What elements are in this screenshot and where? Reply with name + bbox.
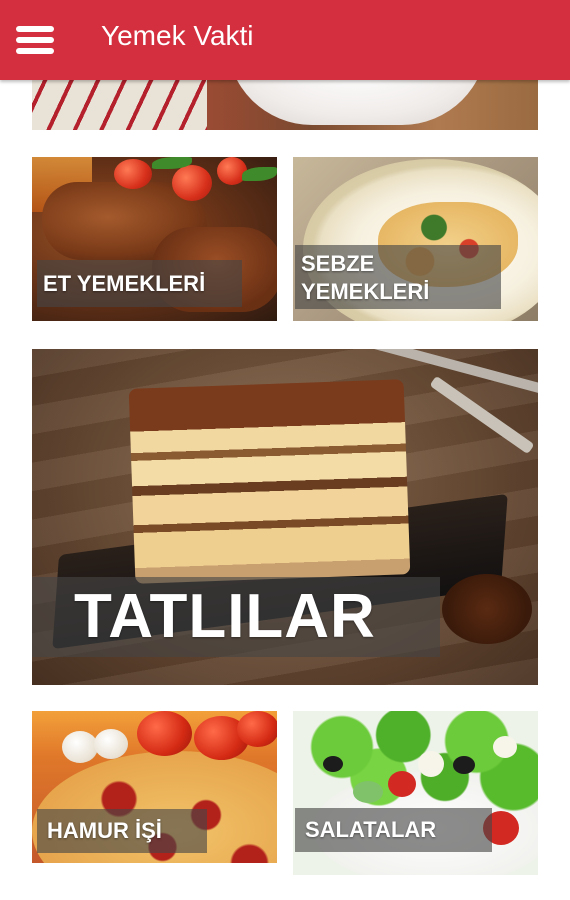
category-tile-tatlilar[interactable]: TATLILAR (32, 349, 538, 685)
tablecloth-image (32, 80, 207, 130)
bowl-image (227, 80, 487, 125)
category-label: TATLILAR (32, 577, 440, 657)
category-tile-hamur-isi[interactable]: HAMUR İŞİ (32, 711, 277, 863)
partial-category-tile[interactable] (32, 80, 538, 130)
category-label: SEBZE YEMEKLERİ (295, 245, 501, 309)
category-tile-salatalar[interactable]: SALATALAR (293, 711, 538, 875)
category-tile-sebze-yemekleri[interactable]: SEBZE YEMEKLERİ (293, 157, 538, 321)
category-label: SALATALAR (295, 808, 492, 852)
category-tile-et-yemekleri[interactable]: ET YEMEKLERİ (32, 157, 277, 321)
star-anise-image (442, 574, 532, 644)
tiramisu-image (128, 379, 411, 584)
app-bar: Yemek Vakti (0, 0, 570, 80)
category-label: HAMUR İŞİ (37, 809, 207, 853)
category-label: ET YEMEKLERİ (37, 260, 242, 307)
app-title: Yemek Vakti (101, 20, 254, 51)
hamburger-menu-icon[interactable] (12, 20, 58, 60)
